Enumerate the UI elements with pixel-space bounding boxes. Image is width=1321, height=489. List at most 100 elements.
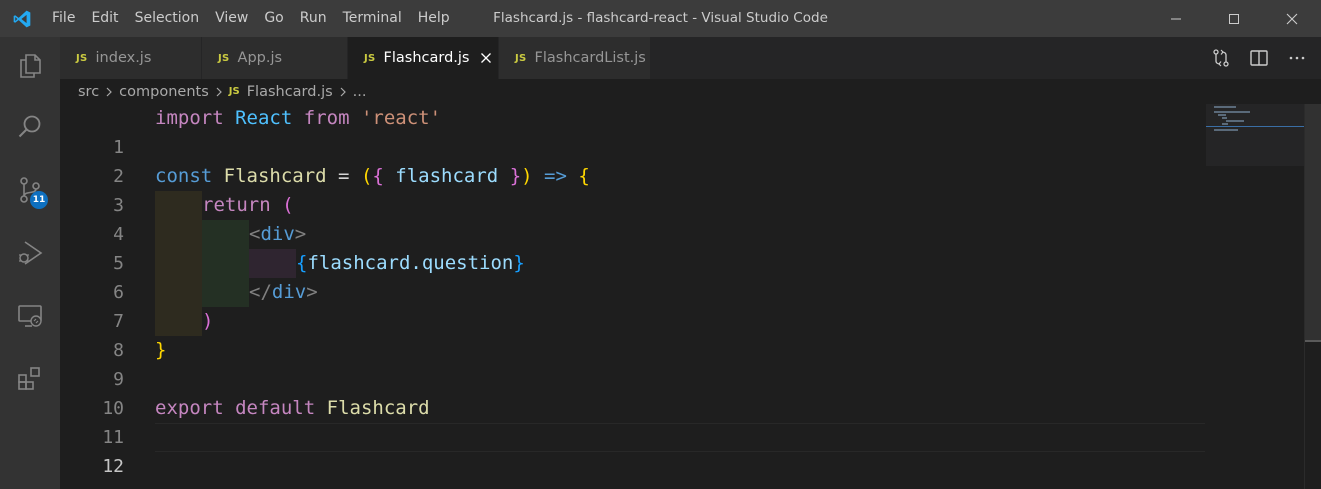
menu-terminal[interactable]: Terminal	[335, 0, 410, 37]
close-tab-button[interactable]	[480, 51, 492, 65]
menu-view[interactable]: View	[207, 0, 256, 37]
close-window-button[interactable]	[1263, 0, 1321, 37]
vscode-logo-icon	[0, 0, 44, 37]
vertical-scrollbar[interactable]	[1304, 104, 1321, 489]
editor-actions	[1211, 37, 1307, 79]
search-icon[interactable]	[0, 98, 60, 156]
remote-explorer-icon[interactable]	[0, 287, 60, 345]
open-changes-button[interactable]	[1211, 48, 1231, 68]
menu-selection[interactable]: Selection	[127, 0, 208, 37]
code-token: =	[326, 165, 361, 187]
js-file-icon: JS	[76, 52, 88, 64]
tab-flashcard-js[interactable]: JS Flashcard.js	[348, 37, 499, 79]
scrollbar-cursor-mark	[1305, 340, 1321, 342]
code-token: Flashcard	[223, 165, 327, 187]
activity-bar: 11	[0, 37, 60, 489]
code-token: {	[296, 252, 308, 274]
code-token: (	[360, 165, 373, 187]
scrollbar-thumb[interactable]	[1305, 104, 1321, 340]
chevron-right-icon	[214, 87, 224, 97]
source-control-badge: 11	[30, 191, 48, 209]
code-line: 10	[60, 365, 1206, 419]
code-line: 5 <div>	[60, 220, 1206, 274]
tab-flashcardlist-js[interactable]: JS FlashcardList.js	[499, 37, 651, 79]
extensions-icon[interactable]	[0, 350, 60, 408]
close-icon	[480, 53, 491, 63]
more-icon	[1289, 56, 1305, 60]
breadcrumb-item-file[interactable]: Flashcard.js	[247, 84, 333, 100]
chevron-right-icon	[104, 87, 114, 97]
code-line: 7 </div>	[60, 278, 1206, 332]
source-control-icon[interactable]: 11	[0, 161, 60, 219]
code-token: (	[270, 194, 294, 216]
menu-go[interactable]: Go	[256, 0, 291, 37]
code-token: div	[260, 223, 295, 245]
code-token: >	[306, 281, 318, 303]
code-token: from	[303, 107, 350, 129]
minimize-button[interactable]	[1147, 0, 1205, 37]
tab-index-js[interactable]: JS index.js	[60, 37, 202, 79]
line-number: 12	[102, 456, 124, 477]
code-token: <	[249, 223, 261, 245]
code-token: Flashcard	[326, 397, 430, 419]
close-icon	[1286, 13, 1298, 24]
code-line: 12	[60, 423, 1206, 477]
menu-edit[interactable]: Edit	[83, 0, 126, 37]
tab-bar: JS index.js JS App.js JS Flashcard.js JS…	[60, 37, 1321, 79]
breadcrumb-item-components[interactable]: components	[119, 84, 209, 100]
split-editor-button[interactable]	[1249, 48, 1269, 68]
tab-label: App.js	[237, 50, 283, 66]
breadcrumb-item-symbol[interactable]: ...	[353, 84, 367, 100]
tab-app-js[interactable]: JS App.js	[202, 37, 348, 79]
compare-changes-icon	[1213, 49, 1229, 67]
code-token: import	[155, 107, 224, 129]
code-token: {	[578, 165, 590, 187]
code-line: 1 import React from 'react'	[60, 104, 1206, 158]
tab-label: index.js	[95, 50, 152, 66]
js-file-icon: JS	[515, 52, 527, 64]
code-line: 3 const Flashcard = ({ flashcard }) => {	[60, 162, 1206, 216]
code-token: return	[202, 194, 271, 216]
more-actions-button[interactable]	[1287, 48, 1307, 68]
tab-label: Flashcard.js	[383, 50, 470, 66]
explorer-icon[interactable]	[0, 37, 60, 95]
code-editor[interactable]: 1 import React from 'react' 2 3 const Fl…	[60, 104, 1321, 489]
code-token: {	[372, 165, 384, 187]
code-line: 8 )	[60, 307, 1206, 361]
menu-run[interactable]: Run	[292, 0, 335, 37]
breadcrumb: src components JS Flashcard.js ...	[60, 79, 1321, 104]
chevron-right-icon	[338, 87, 348, 97]
code-line: 6 {flashcard.question}	[60, 249, 1206, 303]
menu-help[interactable]: Help	[410, 0, 458, 37]
js-file-icon: JS	[228, 86, 240, 97]
minimap[interactable]	[1206, 104, 1304, 166]
window-controls	[1147, 0, 1321, 37]
split-editor-icon	[1250, 50, 1268, 66]
code-token: }	[513, 252, 525, 274]
code-token: </	[249, 281, 272, 303]
code-line: 2	[60, 133, 1206, 187]
code-token: 'react'	[360, 107, 442, 129]
code-token: export	[155, 397, 224, 419]
run-debug-icon[interactable]	[0, 224, 60, 282]
code-token: React	[235, 107, 293, 129]
code-token: flashcard	[383, 165, 510, 187]
minimize-icon	[1171, 18, 1181, 19]
code-token: const	[155, 165, 213, 187]
breadcrumb-item-src[interactable]: src	[78, 84, 99, 100]
code-line: 9 }	[60, 336, 1206, 390]
code-token: }	[509, 165, 522, 187]
menu-file[interactable]: File	[44, 0, 83, 37]
tab-label: FlashcardList.js	[534, 50, 646, 66]
code-token: flashcard.question	[307, 252, 514, 274]
code-token: div	[271, 281, 307, 303]
menu-bar: File Edit Selection View Go Run Terminal…	[44, 0, 458, 37]
code-token: default	[235, 397, 316, 419]
code-line: 4 return (	[60, 191, 1206, 245]
code-token: =>	[532, 165, 579, 187]
code-token: )	[521, 165, 533, 187]
maximize-button[interactable]	[1205, 0, 1263, 37]
code-token: >	[294, 223, 307, 245]
maximize-icon	[1229, 13, 1239, 24]
code-line: 11 export default Flashcard	[60, 394, 1206, 448]
